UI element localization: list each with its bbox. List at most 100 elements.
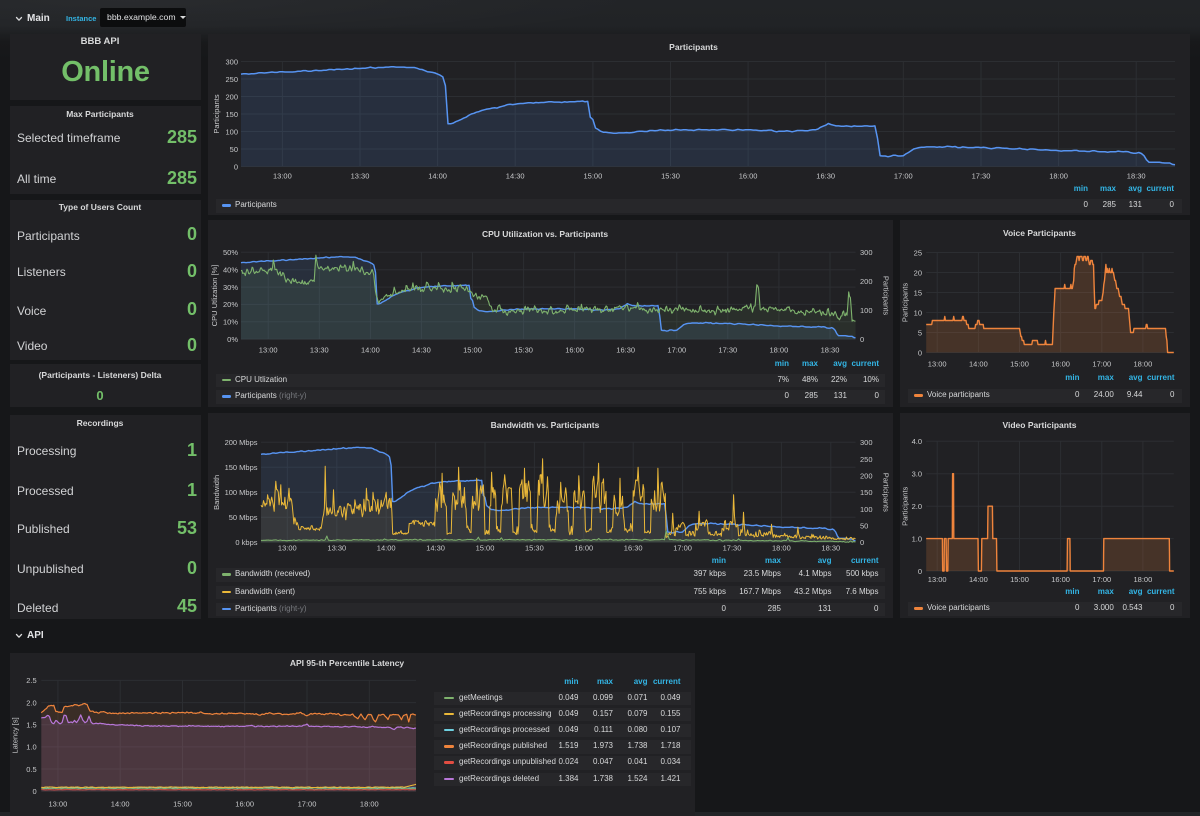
svg-text:100: 100 <box>860 306 873 315</box>
svg-text:5: 5 <box>918 328 922 337</box>
svg-text:100 Mbps: 100 Mbps <box>225 488 258 497</box>
svg-text:10%: 10% <box>223 317 238 326</box>
svg-text:300: 300 <box>860 438 873 447</box>
svg-text:3.0: 3.0 <box>912 469 922 478</box>
svg-text:15:30: 15:30 <box>514 345 533 354</box>
svg-text:14:30: 14:30 <box>506 172 525 181</box>
svg-text:0 kbps: 0 kbps <box>235 538 257 547</box>
svg-text:Participants: Participants <box>901 486 910 525</box>
svg-text:18:00: 18:00 <box>1134 359 1153 368</box>
svg-text:15:30: 15:30 <box>525 543 544 552</box>
svg-text:CPU Utlization [%]: CPU Utlization [%] <box>210 264 219 326</box>
svg-text:15:00: 15:00 <box>463 345 482 354</box>
svg-text:50 Mbps: 50 Mbps <box>229 513 258 522</box>
svg-text:15:00: 15:00 <box>476 543 495 552</box>
svg-text:2.0: 2.0 <box>26 698 36 707</box>
svg-text:200: 200 <box>225 92 238 101</box>
svg-text:50: 50 <box>230 145 238 154</box>
svg-text:250: 250 <box>860 454 873 463</box>
svg-text:17:00: 17:00 <box>298 799 317 808</box>
svg-text:18:30: 18:30 <box>1127 172 1146 181</box>
svg-text:1.0: 1.0 <box>26 742 36 751</box>
svg-text:Latency [s]: Latency [s] <box>11 717 20 753</box>
svg-text:13:30: 13:30 <box>310 345 329 354</box>
svg-text:16:00: 16:00 <box>574 543 593 552</box>
svg-text:10: 10 <box>914 308 922 317</box>
svg-text:0: 0 <box>860 538 864 547</box>
svg-text:25: 25 <box>914 248 922 257</box>
svg-text:100: 100 <box>225 127 238 136</box>
svg-text:Participants: Participants <box>212 94 221 133</box>
svg-text:14:00: 14:00 <box>361 345 380 354</box>
svg-text:13:00: 13:00 <box>928 574 947 583</box>
svg-text:14:30: 14:30 <box>412 345 431 354</box>
svg-text:14:00: 14:00 <box>969 574 988 583</box>
svg-text:0%: 0% <box>227 335 238 344</box>
svg-text:18:30: 18:30 <box>821 345 840 354</box>
svg-text:16:00: 16:00 <box>235 799 254 808</box>
svg-text:20%: 20% <box>223 300 238 309</box>
svg-text:13:00: 13:00 <box>259 345 278 354</box>
svg-text:17:00: 17:00 <box>667 345 686 354</box>
svg-text:0: 0 <box>860 335 864 344</box>
svg-text:200: 200 <box>860 277 873 286</box>
svg-text:13:00: 13:00 <box>273 172 292 181</box>
svg-text:14:00: 14:00 <box>377 543 396 552</box>
svg-text:0: 0 <box>234 162 238 171</box>
svg-text:40%: 40% <box>223 265 238 274</box>
svg-text:0.5: 0.5 <box>26 764 36 773</box>
svg-text:2.0: 2.0 <box>912 502 922 511</box>
svg-text:14:00: 14:00 <box>111 799 130 808</box>
svg-text:300: 300 <box>225 57 238 66</box>
svg-text:17:30: 17:30 <box>723 543 742 552</box>
svg-text:17:00: 17:00 <box>894 172 913 181</box>
svg-text:0: 0 <box>33 787 37 796</box>
svg-text:16:30: 16:30 <box>624 543 643 552</box>
svg-text:15:30: 15:30 <box>661 172 680 181</box>
svg-text:150: 150 <box>225 110 238 119</box>
svg-text:150 Mbps: 150 Mbps <box>225 463 258 472</box>
svg-text:30%: 30% <box>223 282 238 291</box>
svg-text:17:00: 17:00 <box>673 543 692 552</box>
svg-text:17:00: 17:00 <box>1092 574 1111 583</box>
svg-text:16:00: 16:00 <box>1051 359 1070 368</box>
svg-text:150: 150 <box>860 488 873 497</box>
svg-text:15:00: 15:00 <box>1010 359 1029 368</box>
svg-text:15:00: 15:00 <box>1010 574 1029 583</box>
svg-text:17:00: 17:00 <box>1092 359 1111 368</box>
svg-text:17:30: 17:30 <box>972 172 991 181</box>
svg-text:Bandwidth: Bandwidth <box>212 474 221 509</box>
svg-text:17:30: 17:30 <box>718 345 737 354</box>
svg-text:16:30: 16:30 <box>816 172 835 181</box>
svg-text:14:00: 14:00 <box>428 172 447 181</box>
svg-text:15:00: 15:00 <box>173 799 192 808</box>
svg-text:200 Mbps: 200 Mbps <box>225 438 258 447</box>
svg-text:100: 100 <box>860 504 873 513</box>
svg-text:20: 20 <box>914 268 922 277</box>
svg-text:16:00: 16:00 <box>1051 574 1070 583</box>
svg-text:250: 250 <box>225 75 238 84</box>
svg-text:Participants: Participants <box>901 282 910 321</box>
svg-text:1.0: 1.0 <box>912 534 922 543</box>
svg-text:4.0: 4.0 <box>912 437 922 446</box>
svg-text:18:30: 18:30 <box>821 543 840 552</box>
svg-text:Participants: Participants <box>882 275 891 314</box>
svg-text:Participants: Participants <box>882 472 891 511</box>
svg-text:18:00: 18:00 <box>1049 172 1068 181</box>
svg-text:13:30: 13:30 <box>327 543 346 552</box>
svg-text:0: 0 <box>918 348 922 357</box>
svg-text:16:30: 16:30 <box>616 345 635 354</box>
svg-text:0: 0 <box>918 566 922 575</box>
svg-text:50%: 50% <box>223 248 238 257</box>
svg-text:1.5: 1.5 <box>26 720 36 729</box>
svg-text:18:00: 18:00 <box>360 799 379 808</box>
svg-text:13:00: 13:00 <box>928 359 947 368</box>
svg-text:18:00: 18:00 <box>1134 574 1153 583</box>
svg-text:300: 300 <box>860 248 873 257</box>
svg-text:50: 50 <box>860 521 868 530</box>
svg-text:16:00: 16:00 <box>565 345 584 354</box>
svg-text:18:00: 18:00 <box>770 345 789 354</box>
svg-text:13:30: 13:30 <box>351 172 370 181</box>
svg-text:16:00: 16:00 <box>739 172 758 181</box>
svg-text:13:00: 13:00 <box>49 799 68 808</box>
